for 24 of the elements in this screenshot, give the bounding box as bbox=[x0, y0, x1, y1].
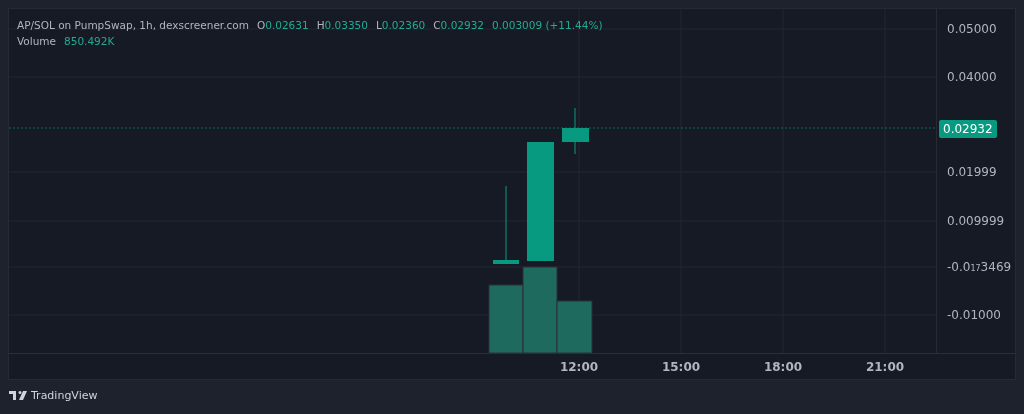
logo-icon bbox=[9, 391, 27, 400]
time-label: 21:00 bbox=[865, 360, 905, 374]
last-price-badge: 0.02932 bbox=[939, 120, 997, 138]
price-label: 0.009999 bbox=[947, 214, 1005, 228]
ohlc-value: 0.02631 bbox=[265, 18, 309, 33]
price-label: 0.04000 bbox=[947, 70, 997, 84]
volume-value: 850.492K bbox=[64, 34, 115, 49]
time-label: 15:00 bbox=[661, 360, 701, 374]
ohlc-value: 0.03350 bbox=[324, 18, 368, 33]
ohlc-value: 0.02932 bbox=[440, 18, 485, 33]
chart-title: AP/SOL on PumpSwap, 1h, dexscreener.com bbox=[17, 18, 249, 33]
time-label: 18:00 bbox=[763, 360, 803, 374]
price-label: 0.05000 bbox=[947, 22, 997, 36]
price-label: 0.01999 bbox=[947, 165, 997, 179]
ohlc-label: O bbox=[256, 18, 266, 33]
ohlc-label: L bbox=[376, 18, 382, 33]
volume-label: Volume bbox=[17, 34, 57, 49]
price-label: -0.01000 bbox=[947, 308, 1001, 322]
brand-name[interactable]: TradingView bbox=[31, 389, 98, 402]
ohlc-label: C bbox=[433, 18, 441, 33]
ohlc-value: 0.02360 bbox=[381, 18, 426, 33]
time-label: 12:00 bbox=[559, 360, 599, 374]
ohlc-label: H bbox=[316, 18, 325, 33]
price-change: 0.003009 (+11.44%) bbox=[492, 18, 603, 33]
